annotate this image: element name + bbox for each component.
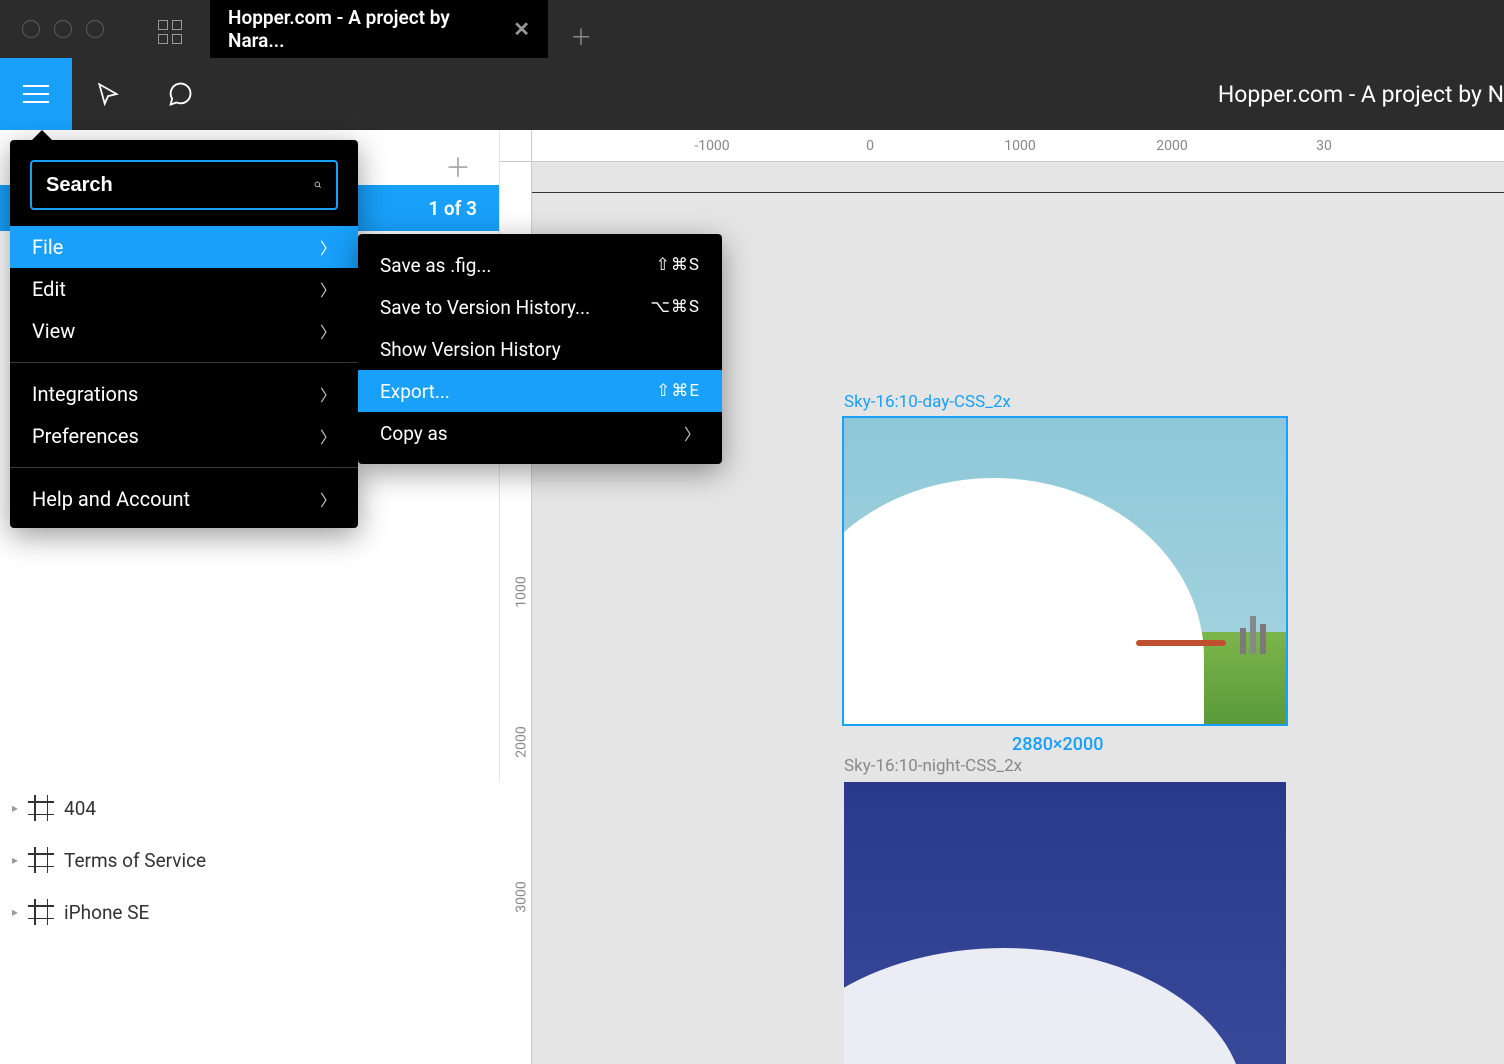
toolbar: Hopper.com - A project by N [0,58,1504,130]
frame-label[interactable]: Sky-16:10-day-CSS_2x [844,392,1011,412]
layer-row[interactable]: ▸ Terms of Service [0,834,500,886]
submenu-label: Save as .fig... [380,254,491,277]
main-menu: File 〉 Edit 〉 View 〉 Integrations 〉 Pref… [10,140,358,528]
menu-item-file[interactable]: File 〉 [10,226,358,268]
window-minimize-icon[interactable] [54,20,72,38]
submenu-label: Show Version History [380,338,561,361]
submenu-item-export[interactable]: Export... ⇧⌘E [358,370,722,412]
submenu-label: Save to Version History... [380,296,590,319]
file-submenu: Save as .fig... ⇧⌘S Save to Version Hist… [358,234,722,464]
chevron-right-icon: 〉 [320,235,336,259]
cloud-graphic [844,948,1244,1064]
window-close-icon[interactable] [22,20,40,38]
layer-row[interactable]: ▸ iPhone SE [0,886,500,938]
shortcut: ⇧⌘S [656,255,700,275]
layer-row[interactable]: ▸ 404 [0,782,500,834]
artboard-day[interactable] [844,418,1286,724]
submenu-label: Export... [380,380,450,403]
comment-tool-button[interactable] [144,80,216,108]
ruler-tick: -1000 [694,138,729,154]
home-button[interactable] [158,20,182,44]
menu-item-preferences[interactable]: Preferences 〉 [10,415,358,457]
ruler-tick: 1000 [1004,138,1035,154]
ruler-tick: 3000 [514,881,530,912]
close-tab-icon[interactable]: ✕ [513,17,530,41]
layers-panel: ▸ 404 ▸ Terms of Service ▸ iPhone SE [0,782,500,938]
menu-item-label: Preferences [32,424,139,448]
main-menu-button[interactable] [0,58,72,130]
frame-label[interactable]: Sky-16:10-night-CSS_2x [844,756,1022,776]
shortcut: ⌥⌘S [650,297,700,317]
dimension-label: 2880×2000 [1012,734,1103,755]
submenu-item-copy-as[interactable]: Copy as 〉 [358,412,722,454]
menu-search[interactable] [30,160,338,210]
expand-icon[interactable]: ▸ [12,801,18,815]
chevron-right-icon: 〉 [320,382,336,406]
add-page-button[interactable]: ＋ [445,148,471,185]
menu-item-help[interactable]: Help and Account 〉 [10,478,358,520]
chevron-right-icon: 〉 [320,487,336,511]
ruler-corner [500,130,532,162]
titlebar: Hopper.com - A project by Nara... ✕ ＋ [0,0,1504,58]
grid-icon [158,20,182,44]
ruler-tick: 2000 [1156,138,1187,154]
menu-separator [10,362,358,363]
submenu-item-show-history[interactable]: Show Version History [358,328,722,370]
ruler-tick: 30 [1316,138,1332,154]
menu-item-label: File [32,235,63,259]
submenu-item-save-fig[interactable]: Save as .fig... ⇧⌘S [358,244,722,286]
ruler-tick: 0 [866,138,874,154]
guide-line [532,192,1504,193]
page-counter: 1 of 3 [428,197,477,220]
shortcut: ⇧⌘E [656,381,700,401]
chevron-right-icon: 〉 [320,424,336,448]
cloud-graphic [844,478,1204,724]
menu-item-view[interactable]: View 〉 [10,310,358,352]
frame-icon [30,849,52,871]
expand-icon[interactable]: ▸ [12,905,18,919]
ruler-tick: 2000 [514,726,530,757]
menu-item-label: View [32,319,75,343]
menu-item-integrations[interactable]: Integrations 〉 [10,373,358,415]
layer-label: Terms of Service [64,849,206,872]
document-tab[interactable]: Hopper.com - A project by Nara... ✕ [210,0,548,58]
submenu-item-save-history[interactable]: Save to Version History... ⌥⌘S [358,286,722,328]
submenu-label: Copy as [380,422,448,445]
layer-label: 404 [64,797,96,820]
window-zoom-icon[interactable] [86,20,104,38]
chevron-right-icon: 〉 [320,319,336,343]
frame-icon [30,901,52,923]
chevron-right-icon: 〉 [684,421,700,445]
search-icon [314,175,322,195]
window-controls [0,20,104,38]
chevron-right-icon: 〉 [320,277,336,301]
search-input[interactable] [46,174,314,197]
ruler-horizontal: -1000 0 1000 2000 30 [532,130,1504,162]
document-title: Hopper.com - A project by N [1218,81,1504,108]
artboard-night[interactable] [844,782,1286,1064]
menu-separator [10,467,358,468]
expand-icon[interactable]: ▸ [12,853,18,867]
frame-icon [30,797,52,819]
menu-item-label: Edit [32,277,66,301]
move-tool-button[interactable] [72,81,144,107]
layer-label: iPhone SE [64,901,149,924]
menu-item-label: Integrations [32,382,138,406]
new-tab-button[interactable]: ＋ [570,20,592,52]
menu-item-edit[interactable]: Edit 〉 [10,268,358,310]
menu-item-label: Help and Account [32,487,190,511]
tab-title: Hopper.com - A project by Nara... [228,6,503,52]
ruler-tick: 1000 [514,576,530,607]
